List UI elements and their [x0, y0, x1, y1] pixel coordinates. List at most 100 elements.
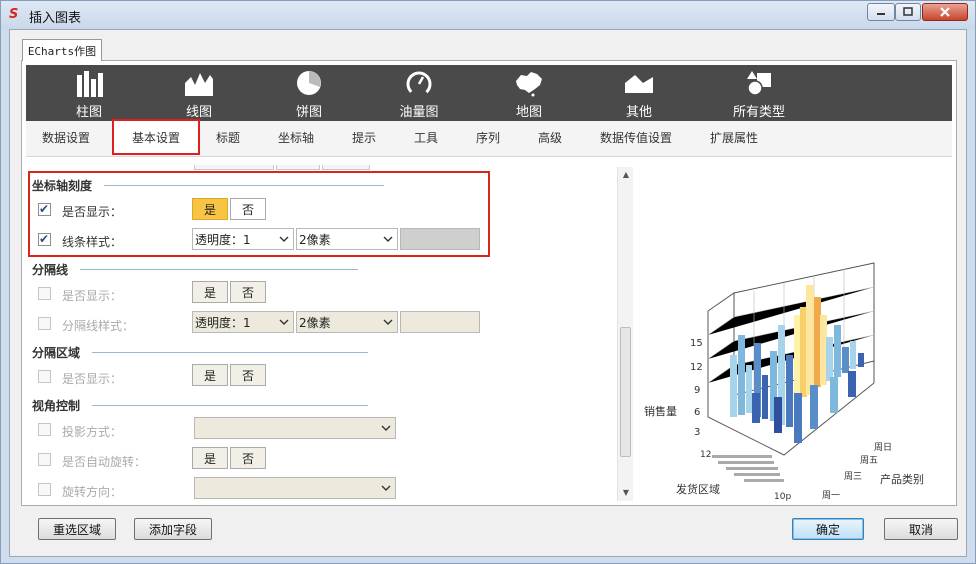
- z-tick: 12: [690, 362, 703, 373]
- tab-advanced[interactable]: 高级: [538, 129, 562, 146]
- axis-tick-show-yes[interactable]: 是: [192, 198, 228, 220]
- auto-rotate-checkbox[interactable]: [38, 453, 51, 466]
- tab-series[interactable]: 序列: [476, 129, 500, 146]
- map-icon: [516, 72, 542, 97]
- select-value: 透明度：1: [195, 315, 251, 330]
- auto-rotate-no[interactable]: 否: [230, 447, 266, 469]
- split-area-show-no[interactable]: 否: [230, 364, 266, 386]
- chart-type-map[interactable]: 地图: [484, 65, 574, 121]
- tab-title[interactable]: 标题: [216, 129, 240, 146]
- split-line-show-no[interactable]: 否: [230, 281, 266, 303]
- chart-preview: 15 12 9 6 3 销售量 发货区域 产品类别 周日 周五 周三 周一 12…: [634, 165, 954, 505]
- maximize-icon: [903, 7, 913, 16]
- tab-axis[interactable]: 坐标轴: [278, 129, 314, 146]
- axis-tick-show-label: 是否显示：: [62, 205, 123, 219]
- axis-tick-show-no[interactable]: 否: [230, 198, 266, 220]
- axis-tick-color-picker[interactable]: [400, 228, 480, 250]
- y-axis-label: 产品类别: [880, 472, 924, 486]
- y-tick: 周五: [860, 455, 878, 466]
- z-tick: 9: [694, 385, 700, 396]
- split-line-style-checkbox[interactable]: [38, 317, 51, 330]
- tab-basic-settings[interactable]: 基本设置: [112, 119, 200, 155]
- section-title-view-control: 视角控制: [32, 399, 81, 413]
- section-divider: [92, 352, 368, 353]
- tab-echarts[interactable]: ECharts作图: [22, 39, 102, 61]
- split-line-opacity-select[interactable]: 透明度：1: [192, 311, 294, 333]
- scrollbar-thumb[interactable]: [620, 327, 631, 457]
- y-tick: 周日: [874, 442, 892, 453]
- minimize-button[interactable]: [867, 3, 895, 21]
- chart-type-other[interactable]: 其他: [594, 65, 684, 121]
- axis-tick-width-select[interactable]: 2像素: [296, 228, 398, 250]
- rotate-direction-checkbox[interactable]: [38, 483, 51, 496]
- split-line-style-label: 分隔线样式：: [62, 319, 135, 333]
- minimize-icon: [877, 13, 885, 15]
- tab-tooltip[interactable]: 提示: [352, 129, 376, 146]
- bar3d-preview-graphic: 15 12 9 6 3 销售量 发货区域 产品类别 周日 周五 周三 周一 12…: [644, 262, 924, 502]
- scroll-up-arrow-icon[interactable]: ▲: [621, 171, 631, 179]
- area-chart-icon: [625, 75, 653, 93]
- chart-type-label: 油量图: [399, 105, 439, 120]
- tab-data-settings[interactable]: 数据设置: [42, 129, 90, 146]
- split-line-width-select[interactable]: 2像素: [296, 311, 398, 333]
- projection-select[interactable]: [194, 417, 396, 439]
- chart-type-line[interactable]: 线图: [154, 65, 244, 121]
- axis-tick-show-checkbox[interactable]: [38, 202, 51, 216]
- section-title-split-line: 分隔线: [32, 263, 69, 277]
- title-bar[interactable]: S 插入图表: [1, 1, 975, 29]
- line-chart-icon: [185, 73, 213, 96]
- chart-type-gauge[interactable]: 油量图: [374, 65, 464, 121]
- chart-type-pie[interactable]: 饼图: [264, 65, 354, 121]
- tab-data-passing[interactable]: 数据传值设置: [600, 129, 672, 146]
- cancel-button[interactable]: 取消: [884, 518, 958, 540]
- pie-chart-icon: [297, 71, 321, 95]
- y-tick: 周一: [822, 490, 840, 501]
- x-axis-label: 发货区域: [676, 482, 720, 496]
- reselect-range-button[interactable]: 重选区域: [38, 518, 116, 540]
- rotate-direction-select[interactable]: [194, 477, 396, 499]
- auto-rotate-yes[interactable]: 是: [192, 447, 228, 469]
- chevron-down-icon: [279, 319, 289, 325]
- y-tick: 周三: [844, 471, 862, 482]
- chart-type-all[interactable]: 所有类型: [714, 65, 804, 121]
- projection-checkbox[interactable]: [38, 423, 51, 436]
- chart-type-bar[interactable]: 柱图: [44, 65, 134, 121]
- chart-type-label: 其他: [625, 105, 652, 120]
- chevron-down-icon: [383, 236, 393, 242]
- chevron-down-icon: [381, 485, 391, 491]
- z-tick: 3: [694, 427, 700, 438]
- scrolled-control-stub: [194, 165, 274, 170]
- chart-type-label: 地图: [515, 105, 542, 120]
- split-area-show-yes[interactable]: 是: [192, 364, 228, 386]
- scroll-down-arrow-icon[interactable]: ▼: [621, 489, 631, 497]
- chevron-down-icon: [279, 236, 289, 242]
- axis-tick-style-label: 线条样式：: [62, 235, 123, 249]
- scrolled-control-stub: [276, 165, 320, 170]
- split-area-show-checkbox[interactable]: [38, 370, 51, 383]
- section-title-axis-tick: 坐标轴刻度: [32, 179, 93, 193]
- settings-scrollbar[interactable]: ▲ ▼: [617, 167, 633, 501]
- x-tick: 12: [700, 450, 711, 460]
- z-axis-label: 销售量: [644, 404, 677, 418]
- dialog-body: ECharts作图 柱图 线图 饼图 油量图 地图 其他 所有类型 数据设置 基…: [9, 29, 967, 557]
- add-field-button[interactable]: 添加字段: [134, 518, 212, 540]
- chevron-down-icon: [383, 319, 393, 325]
- split-line-color-picker[interactable]: [400, 311, 480, 333]
- shapes-icon: [747, 71, 771, 96]
- tab-panel: 柱图 线图 饼图 油量图 地图 其他 所有类型 数据设置 基本设置 标题 坐标轴…: [21, 60, 957, 506]
- chart-type-label: 饼图: [295, 105, 322, 120]
- chevron-down-icon: [381, 425, 391, 431]
- close-icon: [940, 7, 950, 17]
- split-line-show-checkbox[interactable]: [38, 287, 51, 300]
- tab-tools[interactable]: 工具: [414, 129, 438, 146]
- select-value: 2像素: [299, 232, 331, 247]
- split-line-show-yes[interactable]: 是: [192, 281, 228, 303]
- tab-extended-props[interactable]: 扩展属性: [710, 129, 758, 146]
- close-button[interactable]: [922, 3, 968, 21]
- axis-tick-opacity-select[interactable]: 透明度：1: [192, 228, 294, 250]
- ok-button[interactable]: 确定: [792, 518, 864, 540]
- split-line-show-label: 是否显示：: [62, 289, 123, 303]
- section-title-split-area: 分隔区域: [32, 346, 81, 360]
- axis-tick-style-checkbox[interactable]: [38, 232, 51, 246]
- maximize-button[interactable]: [895, 3, 921, 21]
